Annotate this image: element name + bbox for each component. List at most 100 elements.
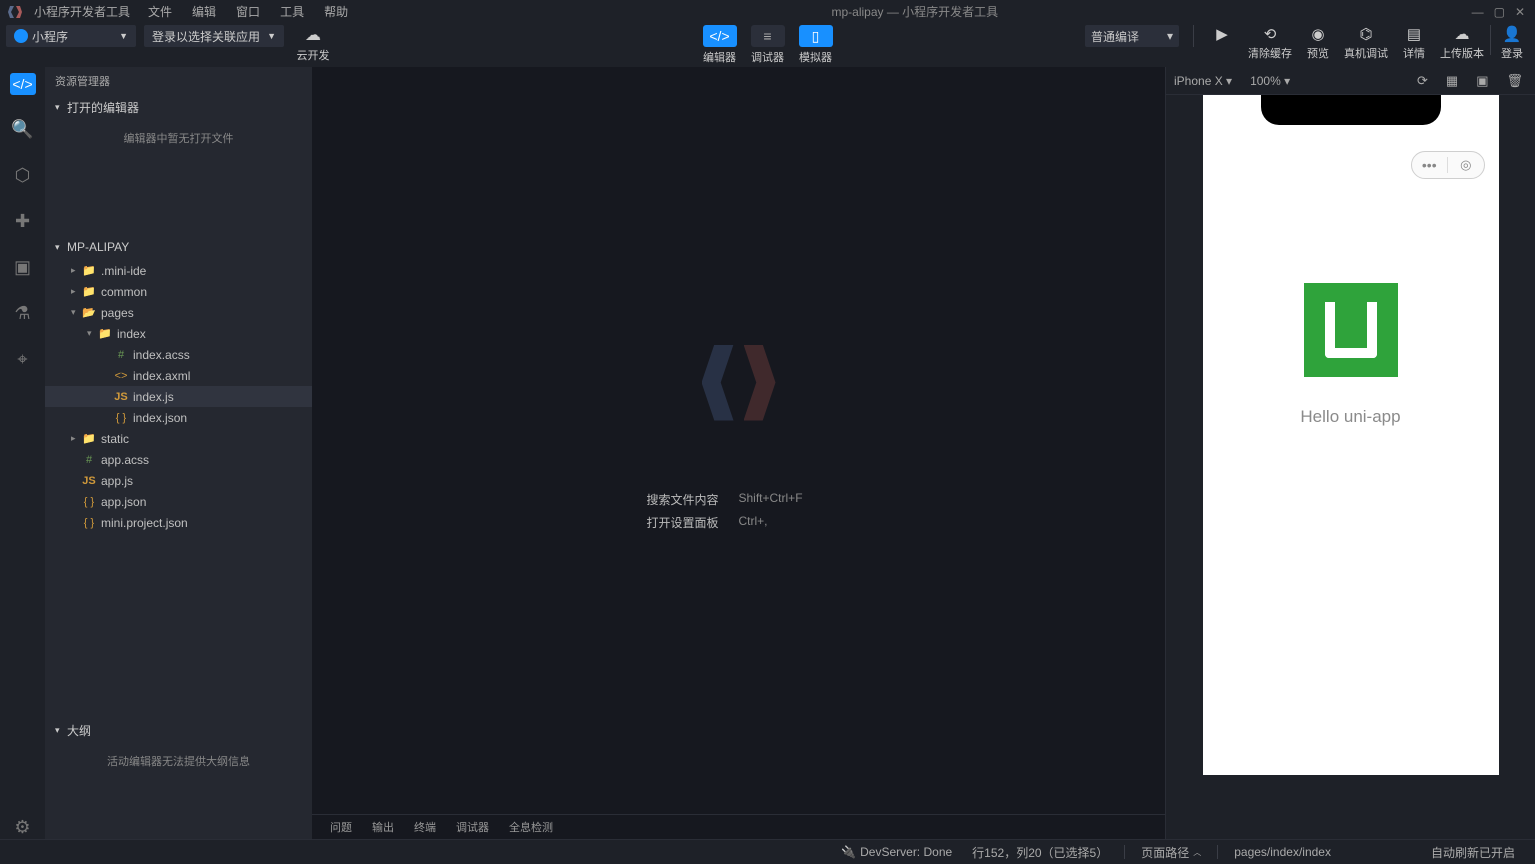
search-tab-icon[interactable]: 🔍: [11, 117, 35, 141]
outline-empty-message: 活动编辑器无法提供大纲信息: [45, 743, 312, 779]
cloud-icon: ☁: [292, 25, 334, 45]
menu-tool[interactable]: 工具: [270, 0, 314, 23]
main-toolbar: 小程序 ▼ 登录以选择关联应用 ▼ ☁ 云开发 </> 编辑器 ≡ 调试器 ▯ …: [0, 23, 1535, 67]
activity-bar: </> 🔍 ⬡ ✚ ▣ ⚗ ⌖ ⚙: [0, 67, 45, 839]
tab-editor[interactable]: </> 编辑器: [699, 25, 741, 65]
details-button[interactable]: ▤详情: [1392, 25, 1436, 61]
devserver-status[interactable]: 🔌 DevServer: Done: [841, 845, 952, 859]
no-open-files-message: 编辑器中暂无打开文件: [45, 120, 312, 156]
menu-file[interactable]: 文件: [138, 0, 182, 23]
program-type-label: 小程序: [32, 28, 68, 45]
compile-mode-dropdown[interactable]: 普通编译 ▾: [1085, 25, 1179, 47]
remote-debug-button[interactable]: ⌬真机调试: [1344, 25, 1388, 61]
compile-button[interactable]: ▶: [1200, 25, 1244, 43]
compile-mode-label: 普通编译: [1091, 28, 1139, 45]
inspect-tab-icon[interactable]: ⌖: [11, 347, 35, 371]
explorer-title: 资源管理器: [45, 67, 312, 95]
file-.mini-ide[interactable]: ▸📁.mini-ide: [45, 260, 312, 281]
bug-icon: ⌬: [1344, 25, 1388, 43]
panel-tab-icon[interactable]: ▣: [11, 255, 35, 279]
tab-debugger[interactable]: ≡ 调试器: [747, 25, 789, 65]
editor-placeholder-logo: [684, 345, 794, 425]
code-icon: </>: [703, 25, 737, 47]
simulator-panel: iPhone X ▾ 100% ▾ ⟳ ▦ ▣ 🗑 ••• ◎ Hello un…: [1165, 67, 1535, 839]
cursor-position[interactable]: 行152，列20（已选择5）: [972, 844, 1108, 861]
file-app.json[interactable]: { }app.json: [45, 491, 312, 512]
project-section[interactable]: ▾ MP-ALIPAY: [45, 236, 312, 258]
cloud-dev-label: 云开发: [292, 47, 334, 63]
phone-simulator[interactable]: ••• ◎ Hello uni-app: [1203, 95, 1499, 775]
tab-holo[interactable]: 全息检测: [509, 819, 553, 835]
cloud-dev-button[interactable]: ☁ 云开发: [292, 25, 334, 63]
menu-help[interactable]: 帮助: [314, 0, 358, 23]
refresh-icon[interactable]: ⟳: [1413, 73, 1432, 89]
trash-icon[interactable]: 🗑: [1502, 73, 1527, 89]
close-button[interactable]: ✕: [1515, 5, 1525, 19]
tab-terminal[interactable]: 终端: [414, 819, 436, 835]
sliders-icon: ≡: [751, 25, 785, 47]
menu-edit[interactable]: 编辑: [182, 0, 226, 23]
menu-window[interactable]: 窗口: [226, 0, 270, 23]
outline-section[interactable]: ▾ 大纲: [45, 718, 312, 743]
chevron-up-icon: ︿: [1193, 847, 1201, 858]
chevron-down-icon: ▾: [55, 725, 63, 736]
file-static[interactable]: ▸📁static: [45, 428, 312, 449]
screenshot-icon[interactable]: ▣: [1472, 73, 1492, 89]
zoom-selector[interactable]: 100% ▾: [1250, 74, 1290, 88]
simulator-toolbar: iPhone X ▾ 100% ▾ ⟳ ▦ ▣ 🗑: [1166, 67, 1535, 95]
explorer-tab-icon[interactable]: </>: [10, 73, 36, 95]
editor-bottom-tabs: 问题 输出 终端 调试器 全息检测: [312, 814, 1165, 839]
maximize-button[interactable]: ▢: [1494, 5, 1505, 19]
app-logo-icon: [8, 5, 22, 19]
file-index.json[interactable]: { }index.json: [45, 407, 312, 428]
git-tab-icon[interactable]: ⬡: [11, 163, 35, 187]
phone-icon: ▯: [799, 25, 833, 47]
user-icon: 👤: [1497, 25, 1527, 43]
settings-icon[interactable]: ⚙: [11, 815, 35, 839]
upload-button[interactable]: ☁上传版本: [1440, 25, 1484, 61]
device-selector[interactable]: iPhone X ▾: [1174, 74, 1232, 88]
auto-refresh-status[interactable]: 自动刷新已开启: [1431, 844, 1515, 861]
tab-problems[interactable]: 问题: [330, 819, 352, 835]
play-icon: ▶: [1200, 25, 1244, 43]
login-button[interactable]: 👤登录: [1497, 25, 1527, 61]
file-index.js[interactable]: JSindex.js: [45, 386, 312, 407]
doc-icon: ▤: [1392, 25, 1436, 43]
login-app-dropdown[interactable]: 登录以选择关联应用 ▼: [144, 25, 284, 47]
alipay-icon: [14, 29, 28, 43]
app-name: 小程序开发者工具: [26, 3, 138, 20]
file-index.axml[interactable]: <>index.axml: [45, 365, 312, 386]
file-mini.project.json[interactable]: { }mini.project.json: [45, 512, 312, 533]
menu-bar: 文件 编辑 窗口 工具 帮助: [138, 0, 358, 23]
minimize-button[interactable]: ―: [1472, 5, 1484, 19]
tab-simulator[interactable]: ▯ 模拟器: [795, 25, 837, 65]
open-editors-section[interactable]: ▾ 打开的编辑器: [45, 95, 312, 120]
uni-app-logo: [1304, 283, 1398, 377]
file-app.js[interactable]: JSapp.js: [45, 470, 312, 491]
preview-button[interactable]: ◉预览: [1296, 25, 1340, 61]
file-index[interactable]: ▾📁index: [45, 323, 312, 344]
chevron-down-icon: ▾: [55, 242, 63, 253]
status-bar: 🔌 DevServer: Done 行152，列20（已选择5） 页面路径 ︿ …: [0, 839, 1535, 864]
file-tree: ▸📁.mini-ide▸📁common▾📂pages▾📁index#index.…: [45, 258, 312, 535]
clear-cache-button[interactable]: ⟲清除缓存: [1248, 25, 1292, 61]
lab-tab-icon[interactable]: ⚗: [11, 301, 35, 325]
tab-debug-console[interactable]: 调试器: [456, 819, 489, 835]
chevron-down-icon: ▾: [55, 102, 63, 113]
file-index.acss[interactable]: #index.acss: [45, 344, 312, 365]
broom-icon: ⟲: [1248, 25, 1292, 43]
hint-search-label: 搜索文件内容: [629, 491, 719, 508]
eye-icon: ◉: [1296, 25, 1340, 43]
title-bar: 小程序开发者工具 文件 编辑 窗口 工具 帮助 mp-alipay — 小程序开…: [0, 0, 1535, 23]
extensions-tab-icon[interactable]: ✚: [11, 209, 35, 233]
grid-icon[interactable]: ▦: [1442, 73, 1462, 89]
hint-search-keys: Shift+Ctrl+F: [739, 491, 849, 508]
file-pages[interactable]: ▾📂pages: [45, 302, 312, 323]
page-path-toggle[interactable]: 页面路径 ︿: [1141, 844, 1201, 861]
program-type-dropdown[interactable]: 小程序 ▼: [6, 25, 136, 47]
file-common[interactable]: ▸📁common: [45, 281, 312, 302]
page-path[interactable]: pages/index/index: [1234, 845, 1331, 859]
hint-settings-label: 打开设置面板: [629, 514, 719, 531]
file-app.acss[interactable]: #app.acss: [45, 449, 312, 470]
tab-output[interactable]: 输出: [372, 819, 394, 835]
